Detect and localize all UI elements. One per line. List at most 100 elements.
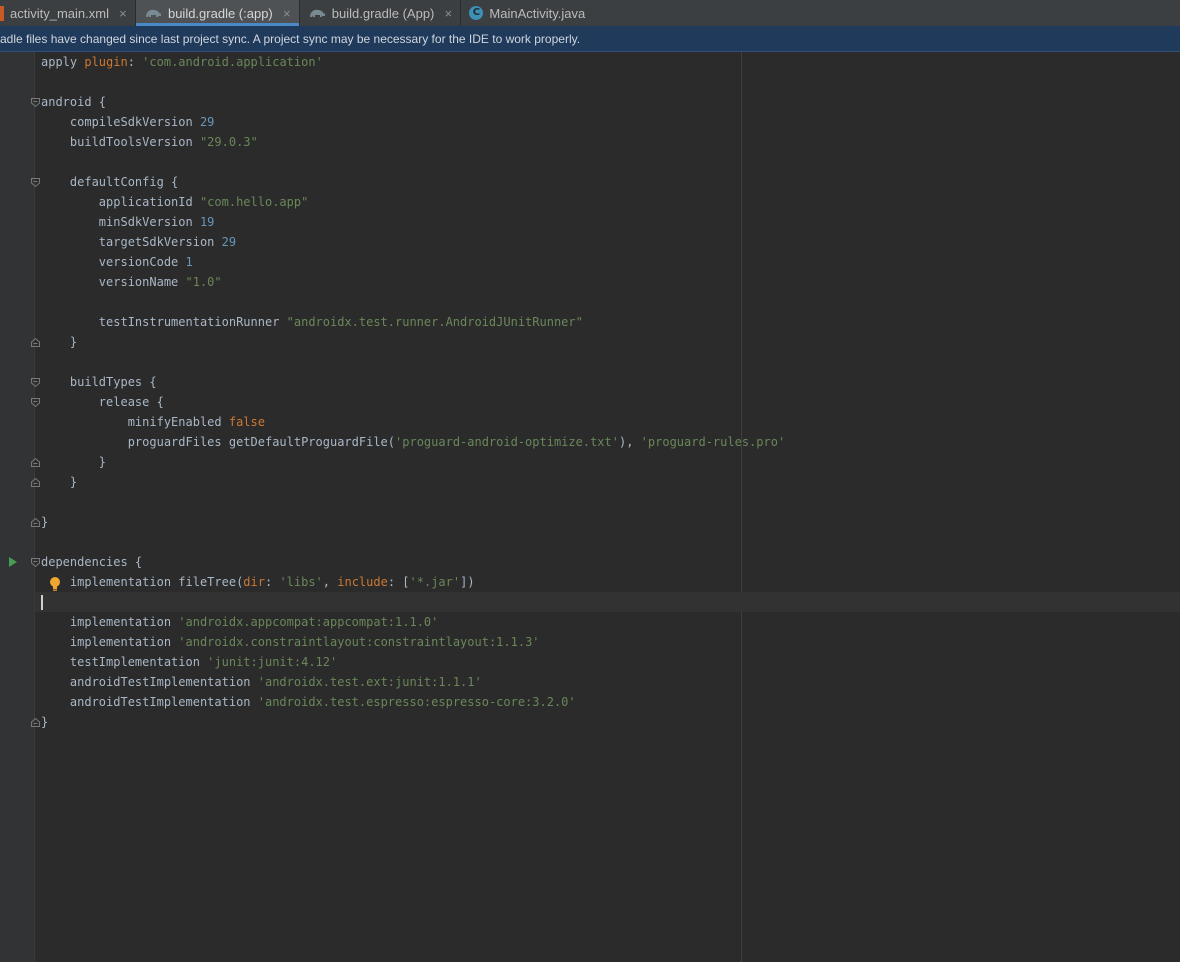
code-token: 'junit:junit:4.12' bbox=[207, 655, 338, 669]
fold-open-icon[interactable] bbox=[30, 97, 41, 108]
tab-main-activity-java[interactable]: C MainActivity.java bbox=[461, 0, 591, 26]
code-line[interactable]: release { bbox=[41, 392, 785, 412]
code-token: minifyEnabled bbox=[41, 415, 229, 429]
code-line[interactable]: defaultConfig { bbox=[41, 172, 785, 192]
code-line[interactable] bbox=[41, 352, 785, 372]
code-token: implementation fileTree( bbox=[41, 575, 244, 589]
code-line[interactable]: } bbox=[41, 712, 785, 732]
code-line[interactable]: compileSdkVersion 29 bbox=[41, 112, 785, 132]
fold-open-icon[interactable] bbox=[30, 397, 41, 408]
code-token: implementation bbox=[41, 635, 179, 649]
lightbulb-icon[interactable] bbox=[49, 576, 61, 592]
code-token: 1 bbox=[185, 255, 193, 269]
fold-close-icon[interactable] bbox=[30, 457, 41, 468]
code-token: ]) bbox=[460, 575, 475, 589]
gradle-icon bbox=[309, 9, 325, 17]
fold-open-icon[interactable] bbox=[30, 557, 41, 568]
code-line[interactable] bbox=[41, 532, 785, 552]
code-line[interactable]: targetSdkVersion 29 bbox=[41, 232, 785, 252]
code-line[interactable]: testImplementation 'junit:junit:4.12' bbox=[41, 652, 785, 672]
code-line[interactable]: testInstrumentationRunner "androidx.test… bbox=[41, 312, 785, 332]
code-line[interactable]: androidTestImplementation 'androidx.test… bbox=[41, 692, 785, 712]
editor-gutter[interactable] bbox=[0, 52, 35, 962]
code-line[interactable]: } bbox=[41, 332, 785, 352]
code-token: plugin bbox=[84, 55, 128, 69]
code-token: : [ bbox=[387, 575, 410, 589]
code-token: } bbox=[41, 475, 78, 489]
tab-build-gradle-app-module[interactable]: build.gradle (:app) × bbox=[135, 0, 299, 26]
code-line[interactable] bbox=[41, 292, 785, 312]
code-token: } bbox=[41, 335, 78, 349]
close-icon[interactable]: × bbox=[442, 6, 454, 21]
code-line[interactable] bbox=[41, 72, 785, 92]
editor-tab-bar: activity_main.xml × build.gradle (:app) … bbox=[0, 0, 1180, 26]
code-token: 'libs' bbox=[279, 575, 323, 589]
code-line[interactable]: } bbox=[41, 512, 785, 532]
tab-label: MainActivity.java bbox=[489, 5, 586, 21]
code-line[interactable]: versionName "1.0" bbox=[41, 272, 785, 292]
code-token: } bbox=[41, 715, 49, 729]
code-line[interactable]: implementation 'androidx.constraintlayou… bbox=[41, 632, 785, 652]
fold-close-icon[interactable] bbox=[30, 477, 41, 488]
code-token: proguardFiles getDefaultProguardFile( bbox=[41, 435, 396, 449]
code-token: ), bbox=[618, 435, 641, 449]
code-token: dir bbox=[243, 575, 265, 589]
tab-label: build.gradle (App) bbox=[331, 5, 435, 21]
code-token: android { bbox=[41, 95, 107, 109]
code-line[interactable]: minSdkVersion 19 bbox=[41, 212, 785, 232]
code-line[interactable]: buildTypes { bbox=[41, 372, 785, 392]
code-token: compileSdkVersion bbox=[41, 115, 200, 129]
code-token: androidTestImplementation bbox=[41, 675, 258, 689]
code-token: defaultConfig { bbox=[41, 175, 179, 189]
code-token: include bbox=[337, 575, 388, 589]
close-icon[interactable]: × bbox=[117, 6, 129, 21]
code-line[interactable]: buildToolsVersion "29.0.3" bbox=[41, 132, 785, 152]
fold-close-icon[interactable] bbox=[30, 517, 41, 528]
code-line[interactable]: implementation 'androidx.appcompat:appco… bbox=[41, 612, 785, 632]
fold-open-icon[interactable] bbox=[30, 177, 41, 188]
code-token: 29 bbox=[221, 235, 237, 249]
tab-activity-main-xml[interactable]: activity_main.xml × bbox=[0, 0, 135, 26]
code-line[interactable]: dependencies { bbox=[41, 552, 785, 572]
code-token: : bbox=[264, 575, 280, 589]
fold-open-icon[interactable] bbox=[30, 377, 41, 388]
code-line[interactable] bbox=[41, 492, 785, 512]
code-line[interactable] bbox=[41, 152, 785, 172]
code-token: 'androidx.constraintlayout:constraintlay… bbox=[178, 635, 540, 649]
code-token: 19 bbox=[199, 215, 215, 229]
code-line[interactable]: android { bbox=[41, 92, 785, 112]
run-gutter-icon[interactable] bbox=[9, 557, 17, 567]
code-token: } bbox=[41, 515, 49, 529]
code-token: buildTypes { bbox=[41, 375, 157, 389]
code-token: minSdkVersion bbox=[41, 215, 200, 229]
code-token: , bbox=[322, 575, 338, 589]
code-line[interactable]: } bbox=[41, 472, 785, 492]
notification-text: radle files have changed since last proj… bbox=[0, 32, 581, 46]
gradle-sync-notification: radle files have changed since last proj… bbox=[0, 26, 1180, 52]
code-line[interactable]: versionCode 1 bbox=[41, 252, 785, 272]
fold-close-icon[interactable] bbox=[30, 337, 41, 348]
code-token: versionName bbox=[41, 275, 186, 289]
code-line[interactable]: apply plugin: 'com.android.application' bbox=[41, 52, 785, 72]
tab-build-gradle-project[interactable]: build.gradle (App) × bbox=[300, 0, 461, 26]
code-token: testInstrumentationRunner bbox=[41, 315, 287, 329]
code-token: testImplementation bbox=[41, 655, 208, 669]
code-token: "1.0" bbox=[185, 275, 222, 289]
java-class-icon: C bbox=[469, 6, 484, 20]
code-editor[interactable]: apply plugin: 'com.android.application' … bbox=[41, 52, 785, 732]
code-line[interactable] bbox=[41, 592, 785, 612]
code-token: implementation bbox=[41, 615, 179, 629]
code-line[interactable]: minifyEnabled false bbox=[41, 412, 785, 432]
fold-close-icon[interactable] bbox=[30, 717, 41, 728]
code-line[interactable]: applicationId "com.hello.app" bbox=[41, 192, 785, 212]
code-token: 'com.android.application' bbox=[142, 55, 323, 69]
code-token: versionCode bbox=[41, 255, 186, 269]
tab-label: activity_main.xml bbox=[10, 5, 109, 21]
code-line[interactable]: implementation fileTree(dir: 'libs', inc… bbox=[41, 572, 785, 592]
code-token: "29.0.3" bbox=[199, 135, 258, 149]
close-icon[interactable]: × bbox=[281, 6, 293, 21]
code-line[interactable]: proguardFiles getDefaultProguardFile('pr… bbox=[41, 432, 785, 452]
code-line[interactable]: androidTestImplementation 'androidx.test… bbox=[41, 672, 785, 692]
code-token: apply bbox=[41, 55, 85, 69]
code-line[interactable]: } bbox=[41, 452, 785, 472]
